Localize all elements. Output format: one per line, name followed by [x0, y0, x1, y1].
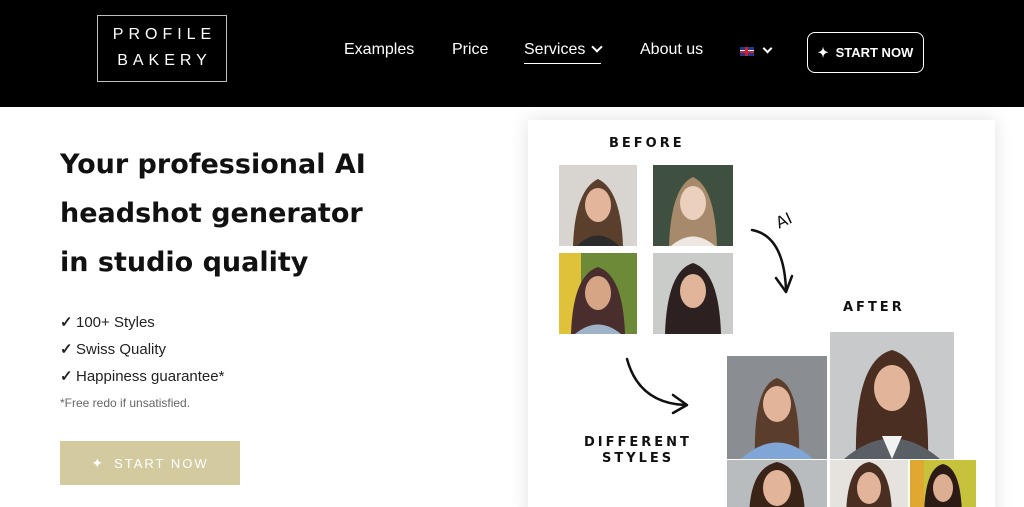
nav-link-about[interactable]: About us — [640, 41, 703, 59]
different-styles-label-2: STYLES — [602, 451, 675, 466]
ai-arrow-icon — [750, 228, 794, 294]
hero-start-now-button[interactable]: ✦ START NOW — [60, 441, 240, 485]
after-photo — [727, 460, 827, 507]
checkmark-icon: ✓ — [60, 368, 73, 385]
nav-start-now-label: START NOW — [835, 45, 914, 60]
nav-link-price[interactable]: Price — [452, 41, 488, 59]
uk-flag-icon — [740, 47, 754, 56]
chevron-down-icon — [762, 43, 773, 54]
after-label: AFTER — [843, 300, 905, 315]
after-photo — [830, 332, 954, 459]
feature-label: 100+ Styles — [76, 314, 155, 331]
styles-arrow-icon — [625, 357, 689, 415]
checkmark-icon: ✓ — [60, 314, 73, 331]
hero-title-line-1: Your professional AI — [60, 149, 366, 180]
feature-item: ✓ Swiss Quality — [60, 338, 224, 365]
hero-title-line-2: headshot generator — [60, 198, 363, 229]
language-selector[interactable] — [740, 43, 775, 61]
feature-list: ✓ 100+ Styles ✓ Swiss Quality ✓ Happiness g… — [60, 311, 224, 392]
after-photo — [727, 356, 827, 459]
after-photo — [910, 460, 976, 507]
logo-line-1: PROFILE — [112, 26, 217, 43]
feature-label: Happiness guarantee* — [76, 368, 225, 385]
guarantee-note: *Free redo if unsatisfied. — [60, 396, 191, 410]
checkmark-icon: ✓ — [60, 341, 73, 358]
nav-link-services-label: Services — [524, 41, 586, 58]
top-nav: PROFILE BAKERY Examples Price Services A… — [0, 0, 1024, 107]
magic-wand-icon: ✦ — [817, 44, 829, 60]
nav-link-services[interactable]: Services — [524, 41, 604, 64]
before-photo — [559, 165, 637, 246]
before-photo — [559, 253, 637, 334]
before-label: BEFORE — [609, 136, 685, 151]
before-photo — [653, 253, 733, 334]
feature-label: Swiss Quality — [76, 341, 167, 358]
hero-start-now-label: START NOW — [114, 455, 209, 471]
logo-line-2: BAKERY — [117, 52, 212, 69]
nav-link-examples[interactable]: Examples — [344, 41, 414, 59]
before-after-showcase: BEFORE AI AFTER DIFFERENT STYLES — [528, 120, 995, 507]
hero-title: Your professional AI headshot generator … — [60, 140, 460, 287]
magic-wand-icon: ✦ — [91, 454, 106, 471]
logo[interactable]: PROFILE BAKERY — [97, 15, 227, 82]
before-photo — [653, 165, 733, 246]
chevron-down-icon — [591, 41, 604, 53]
hero-title-line-3: in studio quality — [60, 247, 309, 278]
nav-start-now-button[interactable]: ✦ START NOW — [807, 32, 924, 73]
after-photo — [830, 460, 908, 507]
different-styles-label-1: DIFFERENT — [584, 435, 692, 450]
feature-item: ✓ Happiness guarantee* — [60, 365, 224, 392]
feature-item: ✓ 100+ Styles — [60, 311, 224, 338]
